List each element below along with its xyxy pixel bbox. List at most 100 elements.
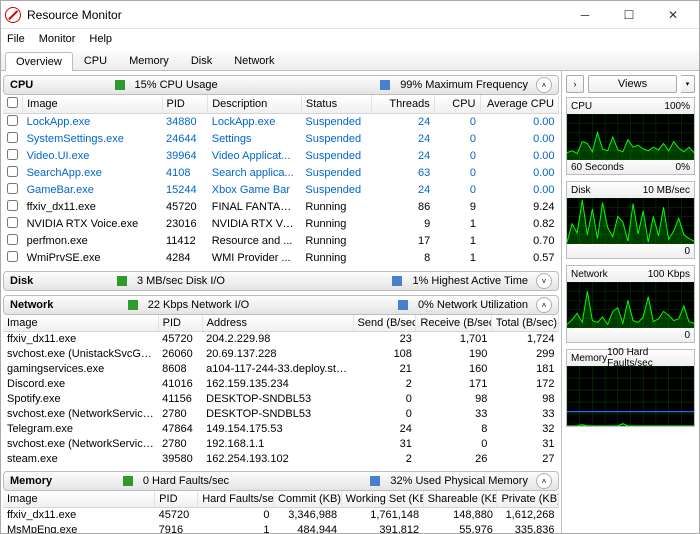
tab-disk[interactable]: Disk [180,51,223,70]
table-row[interactable]: Spotify.exe41156DESKTOP-SNDBL5309898 [3,392,559,407]
table-row[interactable]: WmiPrvSE.exe4284WMI Provider ...Running8… [3,250,559,267]
network-collapse-icon[interactable]: ˄ [536,297,552,313]
cell: 0 [353,407,416,422]
table-row[interactable]: SearchApp.exe4108Search applica...Suspen… [3,165,559,182]
col-header[interactable]: Address [202,315,353,332]
cpu-panel-title: CPU [10,79,33,91]
table-row[interactable]: svchost.exe (NetworkService -p)2780DESKT… [3,407,559,422]
cell: 39964 [162,148,208,165]
row-checkbox[interactable] [7,183,18,194]
cell: 33 [491,407,558,422]
cpu-usage-metric: 15% CPU Usage [135,79,218,91]
cell: Suspended [301,165,371,182]
chart-label: CPU [571,101,592,112]
table-row[interactable]: MsMpEng.exe79161484,944391,81255,976335,… [3,523,559,534]
col-header[interactable]: Image [3,491,155,508]
disk-panel-header[interactable]: Disk 3 MB/sec Disk I/O 1% Highest Active… [3,271,559,291]
cell: 32 [491,422,558,437]
col-header[interactable]: CPU [434,95,480,114]
table-row[interactable]: SystemSettings.exe24644SettingsSuspended… [3,131,559,148]
table-row[interactable]: Discord.exe41016162.159.135.2342171172 [3,377,559,392]
col-header[interactable]: PID [158,315,202,332]
col-header[interactable]: Working Set (KB) [341,491,423,508]
network-panel-title: Network [10,299,53,311]
tab-network[interactable]: Network [223,51,285,70]
mem-used-metric: 32% Used Physical Memory [390,475,528,487]
menu-monitor[interactable]: Monitor [39,33,76,45]
col-header[interactable]: PID [162,95,208,114]
col-header[interactable]: Private (KB) [497,491,559,508]
cell: 1,612,268 [497,508,559,523]
table-row[interactable]: ffxiv_dx11.exe45720204.2.229.98231,7011,… [3,332,559,347]
cell: Running [301,250,371,267]
network-panel-header[interactable]: Network 22 Kbps Network I/O 0% Network U… [3,295,559,315]
close-button[interactable]: ✕ [651,1,695,29]
col-header[interactable]: Status [301,95,371,114]
chart-cpu: CPU100%60 Seconds0% [566,97,695,175]
cpu-freq-metric: 99% Maximum Frequency [400,79,528,91]
memory-collapse-icon[interactable]: ˄ [536,473,552,489]
cell: 45720 [155,508,198,523]
cell: 39580 [158,452,202,467]
menu-help[interactable]: Help [89,33,112,45]
row-checkbox[interactable] [7,132,18,143]
table-row[interactable]: perfmon.exe11412Resource and ...Running1… [3,233,559,250]
tab-overview[interactable]: Overview [5,52,73,71]
select-all-checkbox[interactable] [7,97,18,108]
col-header[interactable]: Average CPU [480,95,558,114]
row-checkbox[interactable] [7,149,18,160]
table-row[interactable]: ffxiv_dx11.exe4572003,346,9881,761,14814… [3,508,559,523]
side-toggle-button[interactable]: › [566,75,584,93]
row-checkbox[interactable] [7,200,18,211]
chart-disk: Disk10 MB/sec0 [566,181,695,259]
minimize-button[interactable]: ─ [563,1,607,29]
table-row[interactable]: svchost.exe (NetworkService -p)2780192.1… [3,437,559,452]
cpu-collapse-icon[interactable]: ˄ [536,77,552,93]
tab-memory[interactable]: Memory [118,51,180,70]
table-row[interactable]: NVIDIA RTX Voice.exe23016NVIDIA RTX Vo..… [3,216,559,233]
table-row[interactable]: ffxiv_dx11.exe45720FINAL FANTASY...Runni… [3,199,559,216]
table-row[interactable]: steam.exe39580162.254.193.10222627 [3,452,559,467]
menu-file[interactable]: File [7,33,25,45]
col-header[interactable]: Image [3,315,158,332]
cell: WmiPrvSE.exe [23,250,162,267]
views-dropdown-icon[interactable]: ▾ [681,75,695,93]
cell: 26060 [158,347,202,362]
col-header[interactable]: Image [23,95,162,114]
table-row[interactable]: Telegram.exe47864149.154.175.5324832 [3,422,559,437]
col-header[interactable]: Total (B/sec) [491,315,558,332]
col-header[interactable]: Send (B/sec) [353,315,416,332]
col-header[interactable]: Description [208,95,302,114]
disk-expand-icon[interactable]: ˅ [536,273,552,289]
cell: 34880 [162,114,208,131]
cell: Running [301,216,371,233]
maximize-button[interactable]: ☐ [607,1,651,29]
row-checkbox[interactable] [7,166,18,177]
table-row[interactable]: Video.UI.exe39964Video Applicat...Suspen… [3,148,559,165]
row-checkbox[interactable] [7,217,18,228]
row-checkbox[interactable] [7,115,18,126]
row-checkbox[interactable] [7,251,18,262]
col-header[interactable]: Threads [371,95,434,114]
table-row[interactable]: gamingservices.exe8608a104-117-244-33.de… [3,362,559,377]
views-button[interactable]: Views [588,75,677,93]
table-row[interactable]: svchost.exe (UnistackSvcGroup)2606020.69… [3,347,559,362]
col-header[interactable]: Commit (KB) [274,491,342,508]
cell: 15244 [162,182,208,199]
table-row[interactable]: GameBar.exe15244Xbox Game BarSuspended24… [3,182,559,199]
table-row[interactable]: LockApp.exe34880LockApp.exeSuspended2400… [3,114,559,131]
cell: 335,836 [497,523,559,534]
col-header[interactable]: PID [155,491,198,508]
tab-cpu[interactable]: CPU [73,51,118,70]
col-header[interactable]: Shareable (KB) [423,491,497,508]
cell: Discord.exe [3,377,158,392]
memory-panel-header[interactable]: Memory 0 Hard Faults/sec 32% Used Physic… [3,471,559,491]
col-header[interactable] [3,95,23,114]
cell: 0 [434,148,480,165]
col-header[interactable]: Hard Faults/sec [198,491,274,508]
memory-table: ImagePIDHard Faults/secCommit (KB)Workin… [3,491,559,533]
col-header[interactable]: Receive (B/sec) [416,315,491,332]
cell: 33 [416,407,491,422]
row-checkbox[interactable] [7,234,18,245]
cpu-panel-header[interactable]: CPU 15% CPU Usage 99% Maximum Frequency … [3,75,559,95]
